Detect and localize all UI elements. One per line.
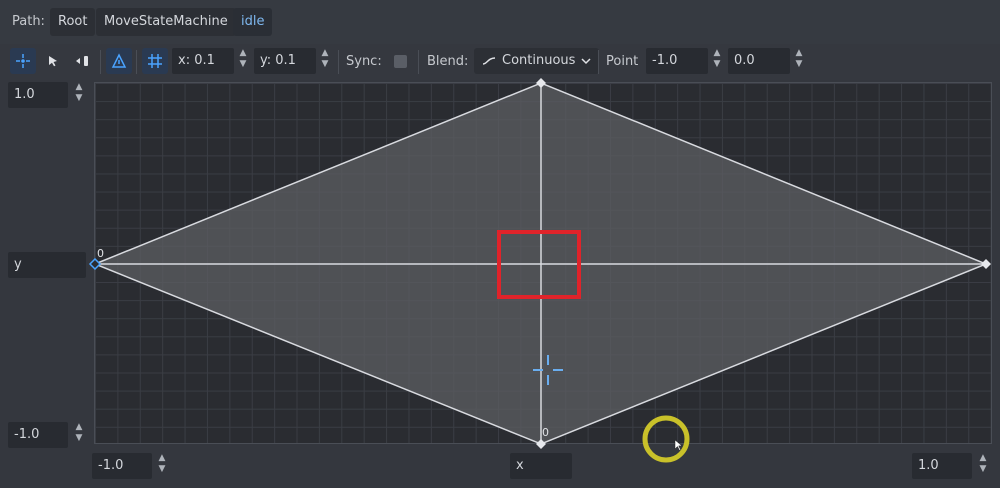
mouse-cursor-icon [674,439,683,451]
blend-point-right[interactable] [981,259,991,269]
chevron-up-icon: ▲ [158,453,166,463]
bottom-point-index: 0 [542,426,549,439]
x-max-stepper[interactable]: ▲ ▼ [976,453,990,479]
blend-space-overlay [88,78,991,463]
blend-point-left-selected[interactable] [88,257,102,271]
chevron-down-icon: ▼ [158,464,166,474]
x-max-field[interactable]: 1.0 [912,453,972,479]
chevron-down-icon: ▼ [979,464,987,474]
left-point-index: 0 [97,247,104,260]
cursor-ring-icon [642,415,690,463]
x-axis-name-field[interactable]: x [510,453,572,479]
x-min-stepper[interactable]: ▲ ▼ [155,453,169,479]
chevron-up-icon: ▲ [979,453,987,463]
x-min-field[interactable]: -1.0 [92,453,152,479]
